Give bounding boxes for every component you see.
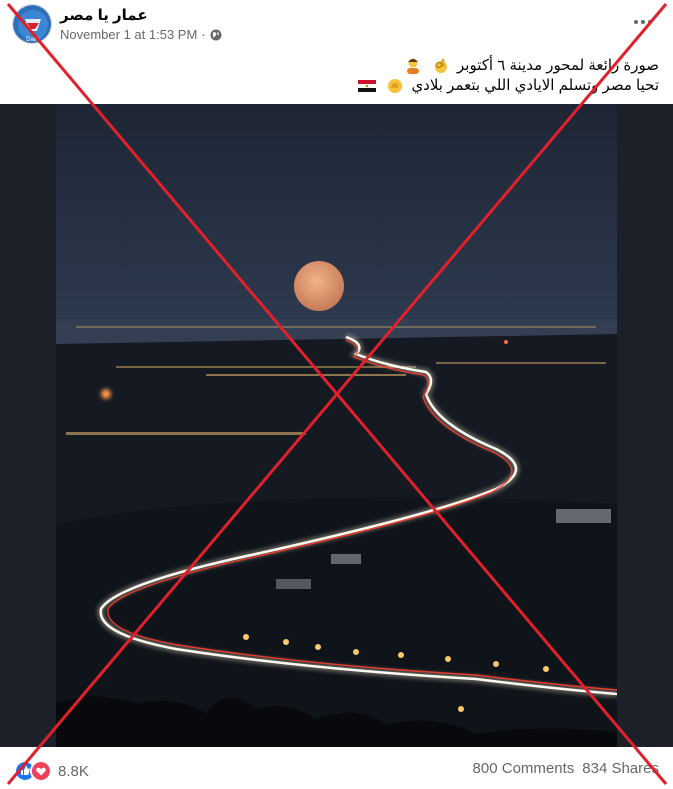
caption-text-2: تحيا مصر وتسلم الايادي اللي بتعمر بلادي — [411, 77, 659, 94]
more-options-button[interactable] — [631, 10, 655, 34]
moon — [294, 261, 344, 311]
love-icon — [30, 760, 52, 782]
photo-frame — [0, 104, 673, 747]
separator-dot: · — [201, 27, 206, 42]
globe-icon — [210, 29, 222, 40]
engagement-stats: 800 Comments 834 Shares — [473, 760, 659, 777]
ok-hand-emoji-icon — [434, 58, 447, 74]
reactions-summary[interactable]: 8.8K — [14, 760, 89, 782]
flexed-biceps-emoji-icon — [388, 79, 403, 94]
facebook-post: Dalia عمار يا مصر November 1 at 1:53 PM … — [0, 0, 673, 789]
post-photo[interactable] — [56, 104, 617, 747]
author-name[interactable]: عمار يا مصر — [60, 6, 148, 24]
avatar-image: Dalia — [13, 5, 51, 43]
comments-count[interactable]: 800 Comments — [473, 760, 575, 777]
caption-line-1: صورة رائعة لمحور مدينة ٦ أكتوبر — [59, 56, 659, 76]
timestamp[interactable]: November 1 at 1:53 PM — [60, 27, 197, 42]
avatar[interactable]: Dalia — [12, 4, 52, 44]
caption-text-1: صورة رائعة لمحور مدينة ٦ أكتوبر — [457, 57, 659, 74]
caption-line-2: تحيا مصر وتسلم الايادي اللي بتعمر بلادي — [59, 76, 659, 96]
more-icon — [634, 20, 652, 24]
post-caption: صورة رائعة لمحور مدينة ٦ أكتوبر تحيا مصر… — [59, 56, 659, 96]
reaction-count: 8.8K — [58, 762, 89, 780]
egypt-flag-icon — [358, 80, 377, 93]
avatar-text: Dalia — [26, 37, 40, 43]
person-bowing-emoji-icon — [406, 58, 419, 75]
shares-count[interactable]: 834 Shares — [582, 760, 659, 777]
post-meta: November 1 at 1:53 PM · — [60, 27, 222, 42]
